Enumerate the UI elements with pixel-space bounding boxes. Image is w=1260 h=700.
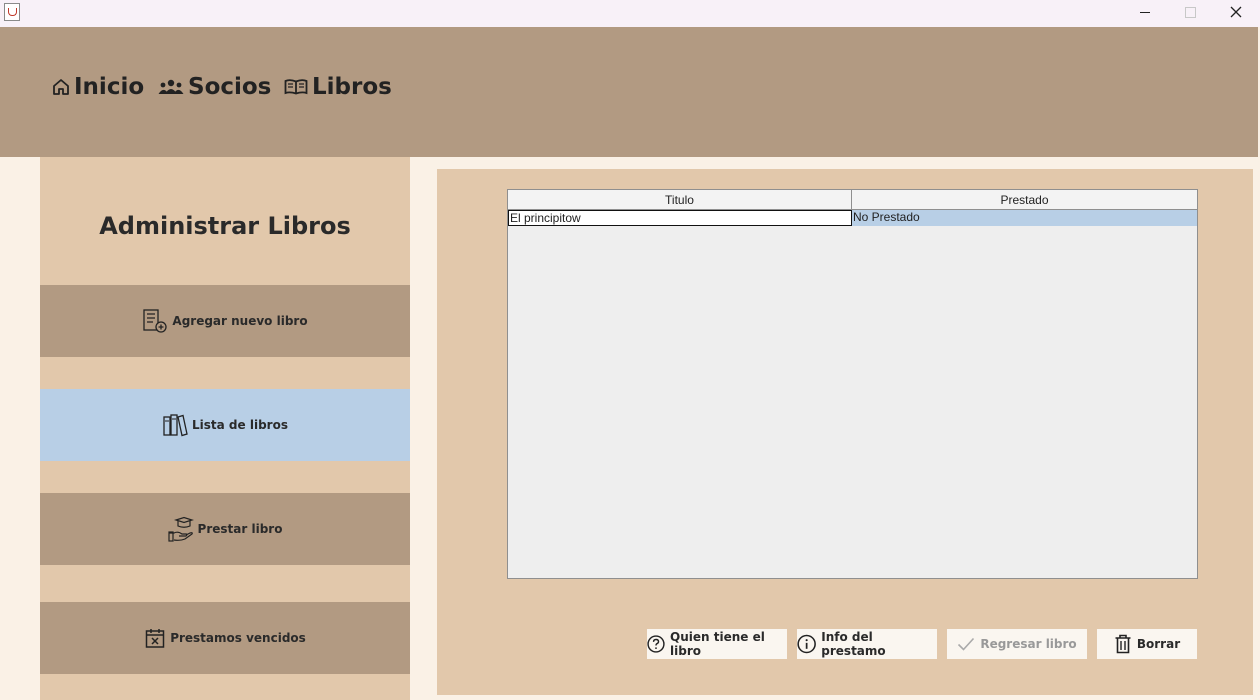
open-book-icon	[284, 79, 308, 95]
column-header-prestado[interactable]: Prestado	[852, 190, 1197, 209]
sidebar-item-lista-libros[interactable]: Lista de libros	[40, 389, 410, 461]
trash-icon	[1115, 634, 1131, 654]
add-book-icon	[143, 309, 168, 333]
nav-socios-label: Socios	[188, 74, 272, 100]
sidebar-item-agregar-libro[interactable]: Agregar nuevo libro	[40, 285, 410, 357]
nav-socios[interactable]: Socios	[158, 72, 271, 102]
close-icon	[1230, 6, 1242, 18]
home-icon	[53, 79, 69, 95]
sidebar-item-prestar-libro[interactable]: Prestar libro	[40, 493, 410, 565]
sidebar: Administrar Libros Agregar nuevo libro L…	[40, 157, 410, 700]
java-app-icon	[4, 3, 20, 21]
lend-hand-icon	[167, 516, 194, 542]
info-icon	[797, 634, 816, 654]
sidebar-item-label: Prestamos vencidos	[170, 631, 306, 645]
maximize-icon	[1184, 6, 1196, 18]
sidebar-title: Administrar Libros	[99, 212, 351, 240]
quien-tiene-button[interactable]: Quien tiene el libro	[647, 629, 787, 659]
window-titlebar	[0, 0, 1260, 27]
column-header-titulo[interactable]: Titulo	[508, 190, 852, 209]
borrar-label: Borrar	[1136, 637, 1181, 651]
minimize-icon	[1140, 11, 1150, 13]
maximize-button[interactable]	[1167, 0, 1213, 24]
top-nav-bar: Inicio Socios Libros	[0, 27, 1258, 157]
check-icon	[958, 637, 975, 651]
users-icon	[158, 79, 184, 94]
sidebar-item-prestamos-vencidos[interactable]: Prestamos vencidos	[40, 602, 410, 674]
regresar-libro-button[interactable]: Regresar libro	[947, 629, 1087, 659]
question-icon	[647, 635, 665, 653]
nav-libros[interactable]: Libros	[284, 72, 392, 102]
sidebar-item-label: Agregar nuevo libro	[172, 314, 308, 328]
info-prestamo-button[interactable]: Info del prestamo	[797, 629, 937, 659]
cell-prestado[interactable]: No Prestado	[852, 210, 1197, 226]
cell-titulo[interactable]: El principitow	[508, 210, 852, 226]
borrar-button[interactable]: Borrar	[1097, 629, 1197, 659]
books-icon	[163, 414, 188, 437]
sidebar-item-label: Prestar libro	[197, 522, 283, 536]
nav-inicio-label: Inicio	[74, 74, 145, 100]
quien-tiene-label: Quien tiene el libro	[670, 630, 765, 658]
table-header: Titulo Prestado	[508, 190, 1197, 210]
books-table[interactable]: Titulo Prestado El principitow No Presta…	[507, 189, 1198, 579]
nav-libros-label: Libros	[312, 74, 392, 100]
calendar-x-icon	[145, 629, 165, 648]
nav-inicio[interactable]: Inicio	[52, 72, 144, 102]
close-button[interactable]	[1213, 0, 1259, 24]
table-row[interactable]: El principitow No Prestado	[508, 210, 1197, 226]
regresar-libro-label: Regresar libro	[980, 637, 1077, 651]
sidebar-item-label: Lista de libros	[192, 418, 288, 432]
minimize-button[interactable]	[1122, 0, 1168, 24]
info-prestamo-label: Info del prestamo	[821, 630, 886, 658]
main-panel: Titulo Prestado El principitow No Presta…	[437, 169, 1253, 695]
